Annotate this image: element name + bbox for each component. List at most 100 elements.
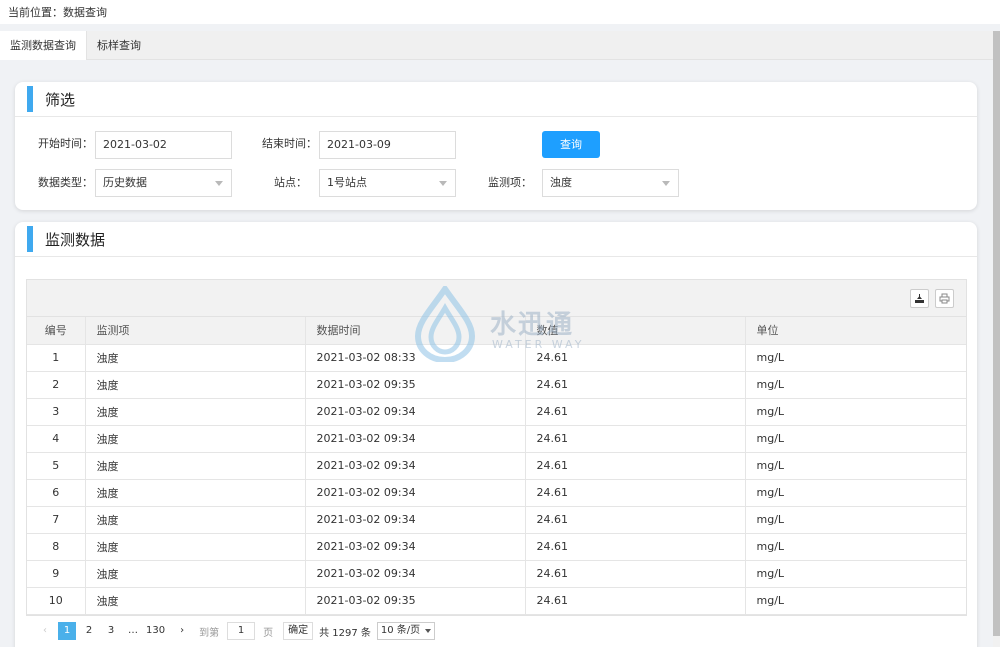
column-header[interactable]: 数据时间 bbox=[305, 317, 526, 345]
tab-monitoring-query[interactable]: 监测数据查询 bbox=[0, 31, 87, 60]
tab-bar: 监测数据查询 标样查询 bbox=[0, 31, 993, 60]
start-time-input[interactable]: 2021-03-02 bbox=[95, 131, 232, 159]
data-card: 监测数据 编号 监测项 数据时间 数值 单位 1 浊度 2021-03-02 0… bbox=[15, 222, 977, 647]
table-cell: 24.61 bbox=[525, 452, 746, 480]
chevron-down-icon bbox=[439, 181, 447, 186]
table-row[interactable]: 6 浊度 2021-03-02 09:34 24.61 mg/L bbox=[27, 479, 966, 507]
table-cell: 9 bbox=[27, 560, 86, 588]
table-cell: 2021-03-02 09:34 bbox=[305, 479, 526, 507]
table-cell: 24.61 bbox=[525, 398, 746, 426]
table-row[interactable]: 1 浊度 2021-03-02 08:33 24.61 mg/L bbox=[27, 344, 966, 372]
table-cell: 浊度 bbox=[85, 425, 306, 453]
print-icon bbox=[939, 293, 950, 304]
monitor-item-label: 监测项： bbox=[488, 176, 532, 189]
table-cell: 5 bbox=[27, 452, 86, 480]
table-cell: 24.61 bbox=[525, 425, 746, 453]
table-cell: 浊度 bbox=[85, 479, 306, 507]
goto-confirm-button[interactable]: 确定 bbox=[283, 622, 314, 640]
table-row[interactable]: 3 浊度 2021-03-02 09:34 24.61 mg/L bbox=[27, 398, 966, 426]
total-count: 共 1297 条 bbox=[319, 627, 371, 639]
table-cell: mg/L bbox=[745, 587, 966, 615]
data-grid: 编号 监测项 数据时间 数值 单位 1 浊度 2021-03-02 08:33 24.… bbox=[26, 279, 967, 616]
column-header[interactable]: 数值 bbox=[525, 317, 746, 345]
column-header[interactable]: 监测项 bbox=[85, 317, 306, 345]
chevron-down-icon bbox=[215, 181, 223, 186]
table-cell: 浊度 bbox=[85, 398, 306, 426]
query-button[interactable]: 查询 bbox=[542, 131, 600, 158]
title-accent-bar bbox=[27, 226, 33, 252]
table-row[interactable]: 7 浊度 2021-03-02 09:34 24.61 mg/L bbox=[27, 506, 966, 534]
table-row[interactable]: 2 浊度 2021-03-02 09:35 24.61 mg/L bbox=[27, 371, 966, 399]
goto-page-input[interactable]: 1 bbox=[227, 622, 256, 640]
table-cell: 24.61 bbox=[525, 344, 746, 372]
table-cell: 2021-03-02 09:35 bbox=[305, 587, 526, 615]
grid-toolbar bbox=[27, 280, 966, 317]
filter-card-header: 筛选 bbox=[15, 82, 977, 117]
table-cell: 24.61 bbox=[525, 533, 746, 561]
station-select[interactable]: 1号站点 bbox=[319, 169, 456, 197]
table-cell: 24.61 bbox=[525, 506, 746, 534]
start-time-label: 开始时间： bbox=[38, 137, 93, 150]
title-accent-bar bbox=[27, 86, 33, 112]
table-cell: 10 bbox=[27, 587, 86, 615]
prev-page-button[interactable]: ‹ bbox=[36, 622, 54, 640]
table-cell: mg/L bbox=[745, 560, 966, 588]
page-size-select[interactable]: 10 条/页 bbox=[376, 622, 436, 640]
table-cell: 2021-03-02 09:34 bbox=[305, 560, 526, 588]
monitor-item-value: 浊度 bbox=[550, 176, 572, 189]
table-cell: mg/L bbox=[745, 398, 966, 426]
table-cell: 浊度 bbox=[85, 506, 306, 534]
table-cell: mg/L bbox=[745, 371, 966, 399]
data-title: 监测数据 bbox=[45, 230, 106, 249]
export-button[interactable] bbox=[910, 289, 929, 308]
table-row[interactable]: 9 浊度 2021-03-02 09:34 24.61 mg/L bbox=[27, 560, 966, 588]
table-row[interactable]: 10 浊度 2021-03-02 09:35 24.61 mg/L bbox=[27, 587, 966, 615]
breadcrumb-text: 当前位置：数据查询 bbox=[8, 6, 107, 19]
scrollbar-thumb[interactable] bbox=[993, 31, 1000, 636]
page-size-value: 10 条/页 bbox=[380, 625, 421, 636]
next-page-button[interactable]: › bbox=[173, 622, 191, 640]
filter-card: 筛选 开始时间： 2021-03-02 结束时间： 2021-03-09 查询 … bbox=[15, 82, 977, 210]
table-cell: mg/L bbox=[745, 425, 966, 453]
chevron-down-icon bbox=[425, 629, 432, 633]
table-cell: mg/L bbox=[745, 452, 966, 480]
print-button[interactable] bbox=[935, 289, 954, 308]
table-cell: 浊度 bbox=[85, 587, 306, 615]
table-cell: 2021-03-02 09:34 bbox=[305, 452, 526, 480]
monitor-item-select[interactable]: 浊度 bbox=[542, 169, 679, 197]
page-button[interactable]: 130 bbox=[146, 622, 165, 640]
table-cell: 2021-03-02 09:34 bbox=[305, 506, 526, 534]
page-button[interactable]: 3 bbox=[102, 622, 120, 640]
data-type-label: 数据类型： bbox=[38, 176, 93, 189]
table-cell: 2021-03-02 09:34 bbox=[305, 425, 526, 453]
tab-standard-query[interactable]: 标样查询 bbox=[87, 31, 151, 60]
table-cell: 2021-03-02 09:34 bbox=[305, 398, 526, 426]
table-row[interactable]: 5 浊度 2021-03-02 09:34 24.61 mg/L bbox=[27, 452, 966, 480]
page-button[interactable]: 1 bbox=[58, 622, 76, 640]
page-button[interactable]: 2 bbox=[80, 622, 98, 640]
table-row[interactable]: 4 浊度 2021-03-02 09:34 24.61 mg/L bbox=[27, 425, 966, 453]
table-cell: 7 bbox=[27, 506, 86, 534]
end-time-input[interactable]: 2021-03-09 bbox=[319, 131, 456, 159]
table-cell: 浊度 bbox=[85, 560, 306, 588]
table-cell: 4 bbox=[27, 425, 86, 453]
data-type-select[interactable]: 历史数据 bbox=[95, 169, 232, 197]
breadcrumb: 当前位置：数据查询 bbox=[0, 0, 1000, 24]
table-row[interactable]: 8 浊度 2021-03-02 09:34 24.61 mg/L bbox=[27, 533, 966, 561]
table-cell: 6 bbox=[27, 479, 86, 507]
table-cell: mg/L bbox=[745, 344, 966, 372]
table-cell: 24.61 bbox=[525, 560, 746, 588]
table-cell: 2021-03-02 09:34 bbox=[305, 533, 526, 561]
data-card-header: 监测数据 bbox=[15, 222, 977, 257]
station-label: 站点： bbox=[274, 176, 307, 189]
end-time-label: 结束时间： bbox=[262, 137, 317, 150]
column-header[interactable]: 编号 bbox=[27, 317, 86, 345]
table-cell: 1 bbox=[27, 344, 86, 372]
table-cell: 24.61 bbox=[525, 587, 746, 615]
column-header[interactable]: 单位 bbox=[745, 317, 966, 345]
page-scrollbar[interactable] bbox=[993, 31, 1000, 647]
table-cell: 浊度 bbox=[85, 344, 306, 372]
table-cell: 24.61 bbox=[525, 371, 746, 399]
table-cell: 2 bbox=[27, 371, 86, 399]
page-ellipsis: … bbox=[128, 625, 138, 636]
